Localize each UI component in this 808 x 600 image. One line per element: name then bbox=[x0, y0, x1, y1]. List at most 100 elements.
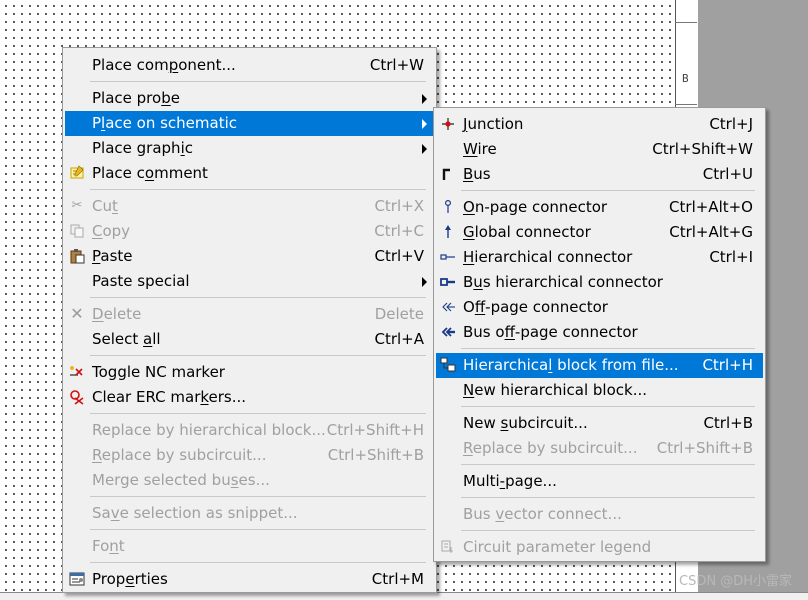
menu-item-label: Cut bbox=[92, 197, 118, 215]
submenu-item-hierarchical-connector[interactable]: Hierarchical connector Ctrl+I bbox=[436, 245, 763, 270]
menu-item-shortcut: Ctrl+J bbox=[709, 115, 753, 133]
menu-item-toggle-nc-marker[interactable]: Toggle NC marker bbox=[65, 360, 434, 385]
menu-item-shortcut: Ctrl+Alt+O bbox=[669, 198, 753, 216]
menu-item-label: Copy bbox=[92, 222, 131, 240]
watermark: CSDN @DH小雷家 bbox=[679, 574, 792, 589]
menu-item-cut[interactable]: ✂ Cut Ctrl+X bbox=[65, 194, 434, 219]
menu-item-label: Toggle NC marker bbox=[92, 363, 225, 381]
menu-item-delete[interactable]: ✕ Delete Delete bbox=[65, 302, 434, 327]
bus-icon bbox=[440, 166, 456, 182]
menu-item-shortcut: Ctrl+Alt+G bbox=[669, 223, 753, 241]
menu-item-shortcut: Ctrl+C bbox=[374, 222, 424, 240]
bus-hierarchical-connector-icon bbox=[440, 274, 456, 290]
menu-item-place-comment[interactable]: Place comment bbox=[65, 161, 434, 186]
menu-item-place-component[interactable]: Place component... Ctrl+W bbox=[65, 53, 434, 78]
hierarchical-block-file-icon bbox=[440, 357, 456, 373]
submenu-item-global-connector[interactable]: Global connector Ctrl+Alt+G bbox=[436, 220, 763, 245]
menu-item-label: Bus off-page connector bbox=[463, 323, 638, 341]
menu-item-replace-by-hierarchical-block[interactable]: Replace by hierarchical block... Ctrl+Sh… bbox=[65, 418, 434, 443]
menu-separator bbox=[461, 406, 755, 407]
menu-item-label: Clear ERC markers... bbox=[92, 388, 247, 406]
menu-item-label: New hierarchical block... bbox=[463, 381, 647, 399]
menu-item-copy[interactable]: Copy Ctrl+C bbox=[65, 219, 434, 244]
place-on-schematic-submenu: Junction Ctrl+J Wire Ctrl+Shift+W Bus Ct… bbox=[433, 107, 766, 562]
menu-item-merge-selected-buses[interactable]: Merge selected buses... bbox=[65, 468, 434, 493]
submenu-item-new-hierarchical-block[interactable]: New hierarchical block... bbox=[436, 378, 763, 403]
menu-item-label: Replace by subcircuit... bbox=[463, 439, 638, 457]
menu-item-label: Merge selected buses... bbox=[92, 471, 270, 489]
menu-item-label: Place graphic bbox=[92, 139, 193, 157]
menu-item-place-graphic[interactable]: Place graphic bbox=[65, 136, 434, 161]
place-component-icon bbox=[69, 57, 85, 73]
menu-separator bbox=[90, 355, 426, 356]
menu-item-font[interactable]: Font bbox=[65, 534, 434, 559]
menu-item-label: Save selection as snippet... bbox=[92, 504, 298, 522]
menu-item-label: Place probe bbox=[92, 89, 180, 107]
submenu-item-multi-page[interactable]: Multi-page... bbox=[436, 469, 763, 494]
menu-item-properties[interactable]: Properties Ctrl+M bbox=[65, 567, 434, 592]
menu-item-paste-special[interactable]: Paste special bbox=[65, 269, 434, 294]
menu-separator bbox=[90, 413, 426, 414]
menu-separator bbox=[90, 529, 426, 530]
menu-item-shortcut: Ctrl+M bbox=[371, 570, 424, 588]
menu-item-shortcut: Ctrl+W bbox=[369, 56, 424, 74]
submenu-item-junction[interactable]: Junction Ctrl+J bbox=[436, 112, 763, 137]
menu-item-label: Off-page connector bbox=[463, 298, 608, 316]
submenu-item-replace-by-subcircuit[interactable]: Replace by subcircuit... Ctrl+Shift+B bbox=[436, 436, 763, 461]
menu-item-select-all[interactable]: Select all Ctrl+A bbox=[65, 327, 434, 352]
menu-separator bbox=[461, 530, 755, 531]
menu-item-shortcut: Ctrl+Shift+B bbox=[327, 446, 424, 464]
submenu-arrow-icon bbox=[422, 119, 427, 129]
menu-item-label: On-page connector bbox=[463, 198, 608, 216]
submenu-item-wire[interactable]: Wire Ctrl+Shift+W bbox=[436, 137, 763, 162]
menu-item-label: Place on schematic bbox=[92, 114, 238, 132]
menu-item-shortcut: Ctrl+Shift+W bbox=[652, 140, 753, 158]
menu-separator bbox=[461, 348, 755, 349]
menu-separator bbox=[90, 562, 426, 563]
menu-item-save-selection-as-snippet[interactable]: Save selection as snippet... bbox=[65, 501, 434, 526]
delete-x-icon: ✕ bbox=[70, 304, 84, 323]
submenu-item-on-page-connector[interactable]: On-page connector Ctrl+Alt+O bbox=[436, 195, 763, 220]
nc-marker-icon bbox=[69, 364, 85, 380]
submenu-item-bus-hierarchical-connector[interactable]: Bus hierarchical connector bbox=[436, 270, 763, 295]
submenu-item-circuit-parameter-legend[interactable]: Circuit parameter legend bbox=[436, 535, 763, 560]
menu-separator bbox=[90, 297, 426, 298]
submenu-item-bus-vector-connect[interactable]: Bus vector connect... bbox=[436, 502, 763, 527]
menu-item-shortcut: Ctrl+Shift+B bbox=[656, 439, 753, 457]
junction-icon bbox=[440, 116, 456, 132]
bus-off-page-connector-icon bbox=[440, 324, 456, 340]
menu-item-label: Bus hierarchical connector bbox=[463, 273, 663, 291]
menu-item-label: Replace by subcircuit... bbox=[92, 446, 267, 464]
sheet-border-tick bbox=[675, 104, 697, 105]
menu-item-replace-by-subcircuit[interactable]: Replace by subcircuit... Ctrl+Shift+B bbox=[65, 443, 434, 468]
submenu-arrow-icon bbox=[422, 277, 427, 287]
menu-item-clear-erc-markers[interactable]: Clear ERC markers... bbox=[65, 385, 434, 410]
menu-item-shortcut: Ctrl+I bbox=[709, 248, 753, 266]
menu-item-label: Hierarchical block from file... bbox=[463, 356, 679, 374]
menu-item-label: New subcircuit... bbox=[463, 414, 588, 432]
menu-item-label: Place comment bbox=[92, 164, 208, 182]
menu-item-label: Global connector bbox=[463, 223, 591, 241]
submenu-item-new-subcircuit[interactable]: New subcircuit... Ctrl+B bbox=[436, 411, 763, 436]
menu-item-label: Hierarchical connector bbox=[463, 248, 633, 266]
submenu-item-bus[interactable]: Bus Ctrl+U bbox=[436, 162, 763, 187]
submenu-item-hierarchical-block-from-file[interactable]: Hierarchical block from file... Ctrl+H bbox=[436, 353, 763, 378]
menu-item-shortcut: Ctrl+B bbox=[703, 414, 753, 432]
off-page-connector-icon bbox=[440, 299, 456, 315]
menu-item-paste[interactable]: Paste Ctrl+V bbox=[65, 244, 434, 269]
hierarchical-connector-icon bbox=[440, 249, 456, 265]
clear-erc-icon bbox=[69, 389, 85, 405]
submenu-item-off-page-connector[interactable]: Off-page connector bbox=[436, 295, 763, 320]
menu-separator bbox=[461, 190, 755, 191]
global-connector-icon bbox=[440, 224, 456, 240]
menu-item-place-probe[interactable]: Place probe bbox=[65, 86, 434, 111]
menu-item-shortcut: Ctrl+U bbox=[702, 165, 753, 183]
menu-item-place-on-schematic[interactable]: Place on schematic bbox=[65, 111, 434, 136]
submenu-item-bus-off-page-connector[interactable]: Bus off-page connector bbox=[436, 320, 763, 345]
copy-icon bbox=[69, 223, 85, 239]
submenu-arrow-icon bbox=[422, 144, 427, 154]
menu-item-label: Bus vector connect... bbox=[463, 505, 622, 523]
sheet-border-tick bbox=[675, 22, 697, 23]
menu-item-shortcut: Ctrl+H bbox=[702, 356, 753, 374]
menu-item-label: Junction bbox=[463, 115, 524, 133]
